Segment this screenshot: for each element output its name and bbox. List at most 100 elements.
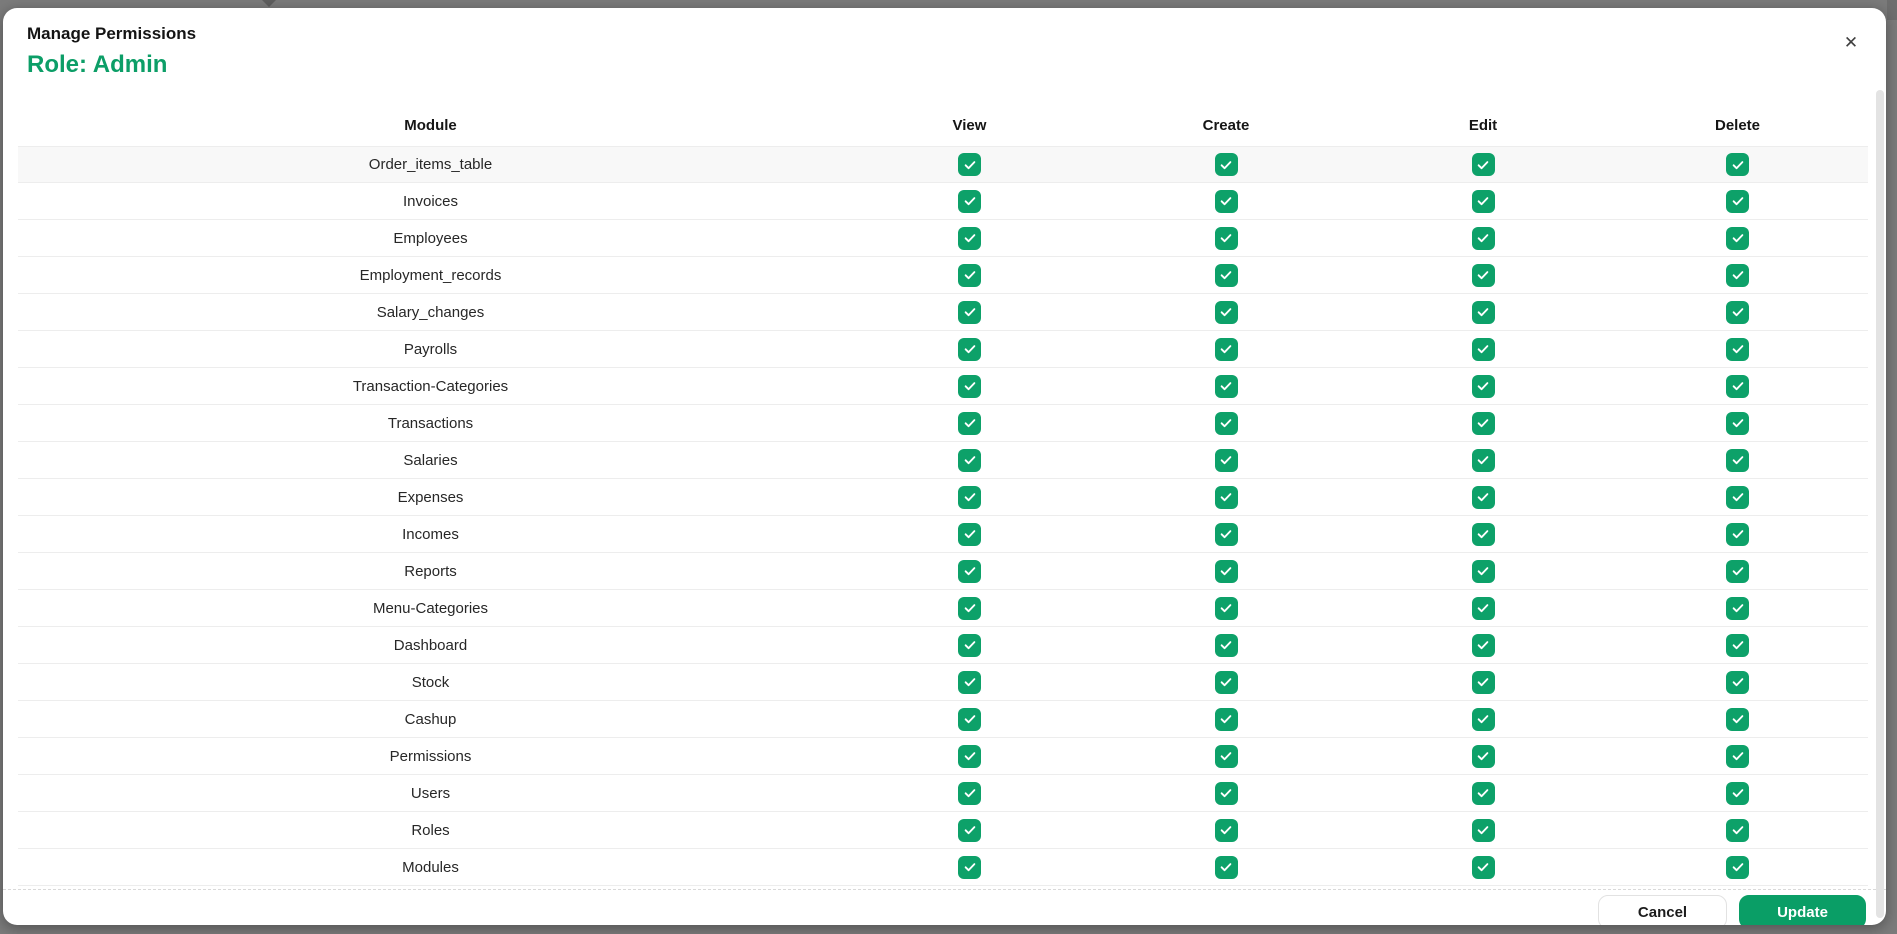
edit-checkbox[interactable] [1471,374,1495,398]
delete-checkbox[interactable] [1726,855,1749,879]
view-checkbox[interactable] [958,189,981,213]
delete-checkbox[interactable] [1726,596,1749,620]
delete-checkbox[interactable] [1726,189,1749,213]
create-checkbox[interactable] [1214,263,1238,287]
delete-checkbox[interactable] [1726,374,1749,398]
view-checkbox[interactable] [958,781,981,805]
edit-checkbox[interactable] [1471,781,1495,805]
delete-cell [1610,744,1865,768]
edit-checkbox[interactable] [1471,263,1495,287]
view-checkbox[interactable] [958,818,981,842]
view-checkbox[interactable] [958,596,981,620]
view-checkbox[interactable] [958,522,981,546]
create-cell [1096,744,1356,768]
delete-checkbox[interactable] [1726,633,1749,657]
view-checkbox[interactable] [958,633,981,657]
cancel-button[interactable]: Cancel [1598,895,1727,925]
close-icon[interactable]: ✕ [1838,30,1864,56]
create-checkbox[interactable] [1214,633,1238,657]
create-checkbox[interactable] [1214,153,1238,176]
view-checkbox[interactable] [958,670,981,694]
view-checkbox[interactable] [958,559,981,583]
view-cell [843,670,1096,694]
delete-checkbox[interactable] [1726,337,1749,361]
create-checkbox[interactable] [1214,559,1238,583]
delete-checkbox[interactable] [1726,411,1749,435]
delete-checkbox[interactable] [1726,559,1749,583]
edit-checkbox[interactable] [1471,300,1495,324]
edit-checkbox[interactable] [1471,337,1495,361]
delete-checkbox[interactable] [1726,818,1749,842]
create-cell [1096,559,1356,583]
create-cell [1096,189,1356,213]
update-button[interactable]: Update [1739,895,1866,925]
create-checkbox[interactable] [1214,448,1238,472]
create-checkbox[interactable] [1214,855,1238,879]
create-checkbox[interactable] [1214,781,1238,805]
edit-checkbox[interactable] [1471,522,1495,546]
delete-checkbox[interactable] [1726,522,1749,546]
delete-checkbox[interactable] [1726,670,1749,694]
view-checkbox[interactable] [958,485,981,509]
edit-checkbox[interactable] [1471,818,1495,842]
table-row: Permissions [18,738,1868,775]
edit-checkbox[interactable] [1471,411,1495,435]
edit-checkbox[interactable] [1471,448,1495,472]
edit-checkbox[interactable] [1471,485,1495,509]
create-checkbox[interactable] [1214,707,1238,731]
create-checkbox[interactable] [1214,744,1238,768]
view-cell [843,818,1096,842]
view-checkbox[interactable] [958,263,981,287]
table-body: Order_items_table Invoices Employees Employ… [18,146,1868,886]
manage-permissions-modal: ✕ Manage Permissions Role: Admin Module … [3,8,1886,925]
edit-checkbox[interactable] [1471,707,1495,731]
view-checkbox[interactable] [958,448,981,472]
view-checkbox[interactable] [958,374,981,398]
table-row: Employees [18,220,1868,257]
delete-cell [1610,633,1865,657]
create-checkbox[interactable] [1214,485,1238,509]
edit-checkbox[interactable] [1471,855,1495,879]
edit-cell [1356,596,1610,620]
view-checkbox[interactable] [958,337,981,361]
create-checkbox[interactable] [1214,189,1238,213]
edit-checkbox[interactable] [1471,633,1495,657]
create-checkbox[interactable] [1214,374,1238,398]
create-checkbox[interactable] [1214,300,1238,324]
view-checkbox[interactable] [958,855,981,879]
create-checkbox[interactable] [1214,670,1238,694]
delete-checkbox[interactable] [1726,153,1749,176]
create-checkbox[interactable] [1214,596,1238,620]
delete-cell [1610,855,1865,879]
module-name: Employees [393,229,468,247]
delete-checkbox[interactable] [1726,263,1749,287]
delete-checkbox[interactable] [1726,485,1749,509]
view-checkbox[interactable] [958,744,981,768]
edit-checkbox[interactable] [1471,153,1495,176]
module-name: Users [410,784,451,802]
modal-scrollbar-thumb[interactable] [1876,90,1884,918]
view-checkbox[interactable] [958,300,981,324]
view-checkbox[interactable] [958,226,981,250]
edit-checkbox[interactable] [1471,596,1495,620]
delete-checkbox[interactable] [1726,448,1749,472]
delete-checkbox[interactable] [1726,781,1749,805]
delete-checkbox[interactable] [1726,744,1749,768]
view-checkbox[interactable] [958,411,981,435]
delete-checkbox[interactable] [1726,300,1749,324]
edit-checkbox[interactable] [1471,226,1495,250]
edit-checkbox[interactable] [1471,670,1495,694]
edit-checkbox[interactable] [1471,189,1495,213]
delete-checkbox[interactable] [1726,226,1749,250]
create-checkbox[interactable] [1214,337,1238,361]
edit-checkbox[interactable] [1471,744,1495,768]
create-checkbox[interactable] [1214,818,1238,842]
create-checkbox[interactable] [1214,522,1238,546]
view-checkbox[interactable] [958,153,981,176]
create-checkbox[interactable] [1214,226,1238,250]
delete-checkbox[interactable] [1726,707,1749,731]
view-cell [843,226,1096,250]
edit-checkbox[interactable] [1471,559,1495,583]
view-checkbox[interactable] [958,707,981,731]
create-checkbox[interactable] [1214,411,1238,435]
